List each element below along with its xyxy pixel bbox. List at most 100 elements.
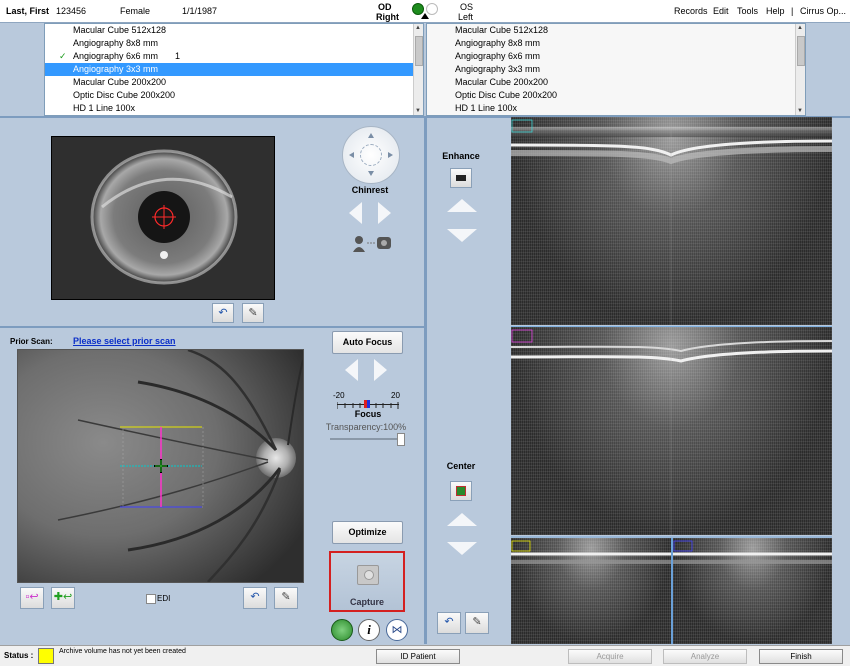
list-item[interactable]: HD 1 Line 100x bbox=[427, 102, 805, 115]
prior-scan-label: Prior Scan: bbox=[10, 337, 53, 346]
scrollbar[interactable]: ▲ ▼ bbox=[413, 24, 423, 115]
focus-decrease-button[interactable] bbox=[345, 359, 358, 381]
transparency-slider[interactable] bbox=[330, 438, 404, 440]
arrow-down-icon[interactable] bbox=[368, 171, 374, 176]
transparency-label: Transparency:100% bbox=[325, 422, 407, 432]
enhance-down-button[interactable] bbox=[447, 229, 477, 242]
os-left-label: Left bbox=[458, 12, 474, 22]
oct-undo-button[interactable]: ↶ bbox=[437, 612, 461, 634]
list-item[interactable]: HD 1 Line 100x bbox=[45, 102, 423, 115]
chinrest-label: Chinrest bbox=[351, 185, 389, 195]
edi-checkbox[interactable] bbox=[146, 594, 156, 604]
edi-label: EDI bbox=[157, 594, 171, 603]
capture-label: Capture bbox=[349, 597, 384, 607]
center-up-button[interactable] bbox=[447, 513, 477, 526]
list-item-label: Optic Disc Cube 200x200 bbox=[455, 90, 558, 100]
list-item[interactable]: Macular Cube 200x200 bbox=[427, 76, 805, 89]
menu-help[interactable]: Help bbox=[766, 6, 785, 16]
chinrest-left-button[interactable] bbox=[349, 202, 362, 224]
center-button[interactable] bbox=[450, 481, 472, 501]
fundus-undo-button[interactable]: ↶ bbox=[243, 587, 267, 609]
list-item[interactable]: Angiography 3x3 mm bbox=[45, 63, 423, 76]
overlay-remove-icon: ▫↩ bbox=[25, 591, 39, 603]
scan-type-list-left[interactable]: Macular Cube 512x128 Angiography 8x8 mm ✓ A… bbox=[44, 23, 424, 116]
divider bbox=[0, 326, 424, 328]
remove-overlay-button[interactable]: ▫↩ bbox=[20, 587, 44, 609]
scan-count: 1 bbox=[175, 51, 181, 61]
add-overlay-button[interactable]: ✚↩ bbox=[51, 587, 75, 609]
transparency-slider-thumb[interactable] bbox=[397, 433, 405, 446]
patient-distance-icon[interactable] bbox=[351, 234, 395, 252]
oct-bscan-bottom-left[interactable] bbox=[511, 538, 671, 644]
list-item-label: Angiography 6x6 mm bbox=[455, 51, 541, 61]
focus-min-label: -20 bbox=[333, 391, 345, 400]
iris-undo-button[interactable]: ↶ bbox=[212, 303, 234, 323]
auto-focus-button[interactable]: Auto Focus bbox=[332, 331, 403, 354]
bowtie-icon[interactable]: ⋈ bbox=[386, 619, 408, 641]
eye-selector-arrow-icon bbox=[421, 13, 429, 19]
list-item-label: Macular Cube 512x128 bbox=[73, 25, 167, 35]
enhance-up-button[interactable] bbox=[447, 199, 477, 212]
iris-image bbox=[52, 137, 274, 299]
menu-records[interactable]: Records bbox=[674, 6, 708, 16]
checkmark-icon: ✓ bbox=[59, 51, 67, 61]
undo-icon: ↶ bbox=[444, 616, 454, 628]
arrow-up-icon[interactable] bbox=[368, 133, 374, 138]
enhance-label: Enhance bbox=[442, 151, 480, 161]
list-item[interactable]: ✓ Angiography 6x6 mm 1 bbox=[45, 50, 423, 63]
scrollbar[interactable]: ▲ ▼ bbox=[795, 24, 805, 115]
center-label: Center bbox=[446, 461, 476, 471]
enhance-icon bbox=[456, 175, 466, 181]
capture-button[interactable]: Capture bbox=[329, 551, 405, 612]
prior-scan-link[interactable]: Please select prior scan bbox=[73, 336, 176, 346]
oct-bscan-middle[interactable] bbox=[511, 327, 832, 535]
fundus-tool-button[interactable]: ✎ bbox=[274, 587, 298, 609]
info-icon[interactable]: i bbox=[358, 619, 380, 641]
od-right-label: Right bbox=[376, 12, 399, 22]
list-item[interactable]: Optic Disc Cube 200x200 bbox=[45, 89, 423, 102]
oct-bscan-bottom-right[interactable] bbox=[673, 538, 832, 644]
menu-edit[interactable]: Edit bbox=[713, 6, 729, 16]
list-item[interactable]: Optic Disc Cube 200x200 bbox=[427, 89, 805, 102]
finish-button[interactable]: Finish bbox=[759, 649, 843, 664]
list-item-label: Macular Cube 200x200 bbox=[455, 77, 549, 87]
undo-icon: ↶ bbox=[218, 307, 228, 319]
menu-app[interactable]: Cirrus Op... bbox=[800, 6, 846, 16]
iris-camera-view[interactable] bbox=[51, 136, 275, 300]
fundus-image-view[interactable] bbox=[17, 349, 304, 583]
iris-tool-button[interactable]: ✎ bbox=[242, 303, 264, 323]
arrow-left-icon[interactable] bbox=[349, 152, 354, 158]
list-item[interactable]: Angiography 8x8 mm bbox=[427, 37, 805, 50]
list-item[interactable]: Angiography 6x6 mm bbox=[427, 50, 805, 63]
list-item[interactable]: Macular Cube 512x128 bbox=[427, 24, 805, 37]
pin-icon: ✎ bbox=[472, 616, 482, 628]
list-item[interactable]: Angiography 8x8 mm bbox=[45, 37, 423, 50]
os-label: OS bbox=[460, 2, 474, 12]
list-item[interactable]: Macular Cube 512x128 bbox=[45, 24, 423, 37]
oct-bscan-top[interactable] bbox=[511, 117, 832, 325]
list-item-label: Macular Cube 200x200 bbox=[73, 77, 167, 87]
focus-increase-button[interactable] bbox=[374, 359, 387, 381]
status-label: Status : bbox=[4, 651, 34, 660]
status-message: Archive volume has not yet been created bbox=[59, 648, 186, 655]
scan-type-list-right[interactable]: Macular Cube 512x128 Angiography 8x8 mm An… bbox=[426, 23, 806, 116]
center-down-button[interactable] bbox=[447, 542, 477, 555]
list-item[interactable]: Angiography 3x3 mm bbox=[427, 63, 805, 76]
analyze-button[interactable]: Analyze bbox=[663, 649, 747, 664]
list-item[interactable]: Macular Cube 200x200 bbox=[45, 76, 423, 89]
oct-tool-button[interactable]: ✎ bbox=[465, 612, 489, 634]
acquire-button[interactable]: Acquire bbox=[568, 649, 652, 664]
optimize-button[interactable]: Optimize bbox=[332, 521, 403, 544]
chinrest-joystick[interactable] bbox=[342, 126, 400, 184]
enhance-button[interactable] bbox=[450, 168, 472, 188]
overlay-add-icon: ✚↩ bbox=[53, 591, 73, 603]
id-patient-button[interactable]: ID Patient bbox=[376, 649, 460, 664]
undo-icon: ↶ bbox=[250, 591, 260, 603]
focus-marker-blue[interactable] bbox=[367, 400, 370, 408]
title-bar: Last, First 123456 Female 1/1/1987 OD Ri… bbox=[0, 0, 850, 23]
patient-dob: 1/1/1987 bbox=[182, 6, 218, 16]
refresh-icon[interactable] bbox=[331, 619, 353, 641]
menu-tools[interactable]: Tools bbox=[737, 6, 758, 16]
chinrest-right-button[interactable] bbox=[378, 202, 391, 224]
arrow-right-icon[interactable] bbox=[388, 152, 393, 158]
